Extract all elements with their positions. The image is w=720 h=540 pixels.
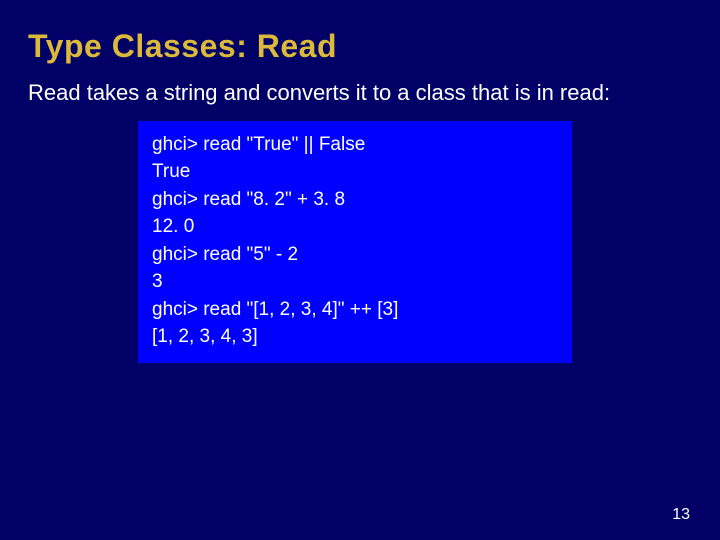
code-line: 12. 0: [152, 213, 558, 241]
code-line: ghci> read "[1, 2, 3, 4]" ++ [3]: [152, 296, 558, 324]
code-line: True: [152, 158, 558, 186]
page-number: 13: [672, 506, 690, 524]
code-block: ghci> read "True" || False True ghci> re…: [138, 121, 572, 363]
code-line: [1, 2, 3, 4, 3]: [152, 323, 558, 351]
code-line: ghci> read "True" || False: [152, 131, 558, 159]
code-line: 3: [152, 268, 558, 296]
code-line: ghci> read "8. 2" + 3. 8: [152, 186, 558, 214]
code-line: ghci> read "5" - 2: [152, 241, 558, 269]
slide-title: Type Classes: Read: [0, 0, 720, 65]
slide-description: Read takes a string and converts it to a…: [0, 65, 720, 107]
